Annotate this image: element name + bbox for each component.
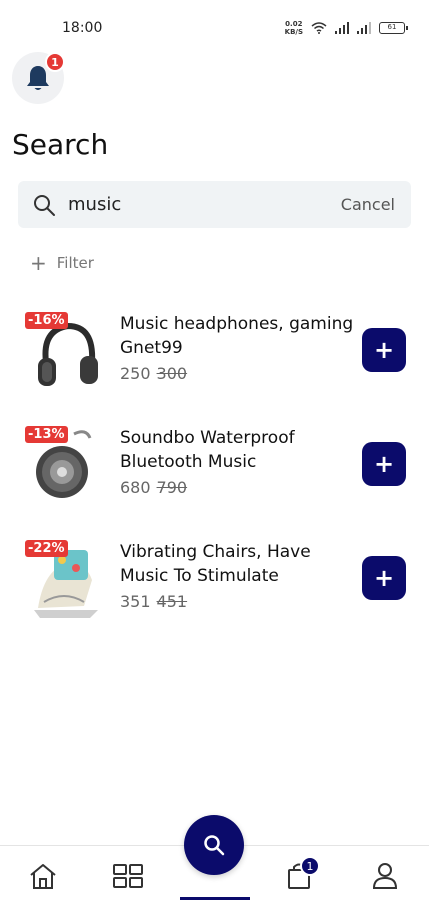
search-bar: Cancel (18, 181, 411, 228)
search-icon (34, 195, 55, 216)
status-bar: 18:00 0.02 KB/S 61 (0, 0, 429, 56)
add-to-cart-button[interactable]: + (362, 328, 406, 372)
discount-badge: -13% (25, 426, 68, 443)
product-name: Soundbo Waterproof Bluetooth Music (120, 428, 295, 472)
old-price: 451 (156, 592, 188, 611)
signal-icon-2 (357, 22, 371, 34)
product-price: 351 451 (120, 592, 187, 611)
add-to-cart-button[interactable]: + (362, 556, 406, 600)
product-name: Music headphones, gaming Gnet99 (120, 314, 354, 358)
wifi-icon (311, 22, 327, 34)
current-price: 250 (120, 364, 151, 383)
nav-categories[interactable] (112, 860, 144, 892)
grid-icon (113, 864, 143, 888)
notification-badge: 1 (45, 52, 65, 72)
network-speed: 0.02 KB/S (284, 20, 303, 36)
discount-badge: -22% (25, 540, 68, 557)
add-to-cart-button[interactable]: + (362, 442, 406, 486)
product-name: Vibrating Chairs, Have Music To Stimulat… (120, 542, 311, 586)
search-icon (204, 835, 225, 856)
page-title: Search (12, 128, 109, 161)
cart-badge: 1 (300, 856, 320, 876)
product-price: 680 790 (120, 478, 187, 497)
nav-profile[interactable] (369, 860, 401, 892)
old-price: 300 (156, 364, 188, 383)
search-input[interactable] (68, 190, 328, 218)
current-price: 680 (120, 478, 151, 497)
cancel-button[interactable]: Cancel (341, 195, 395, 214)
profile-icon (372, 863, 398, 889)
filter-label: Filter (56, 254, 94, 272)
status-time: 18:00 (62, 20, 103, 36)
discount-badge: -16% (25, 312, 68, 329)
old-price: 790 (156, 478, 188, 497)
product-item[interactable]: -13% Soundbo Waterproof Bluetooth Music … (0, 426, 429, 516)
home-icon (30, 864, 56, 889)
current-price: 351 (120, 592, 151, 611)
battery-icon: 61 (379, 22, 408, 34)
product-item[interactable]: -16% Music headphones, gaming Gnet99 250… (0, 312, 429, 402)
nav-home[interactable] (27, 860, 59, 892)
search-fab-button[interactable] (184, 815, 244, 875)
plus-icon: + (30, 251, 47, 275)
signal-icon (335, 22, 349, 34)
filter-button[interactable]: + Filter (30, 251, 94, 275)
product-price: 250 300 (120, 364, 187, 383)
status-icons: 0.02 KB/S 61 (284, 20, 408, 36)
product-item[interactable]: -22% Vibrating Chairs, Have Music To Sti… (0, 540, 429, 630)
